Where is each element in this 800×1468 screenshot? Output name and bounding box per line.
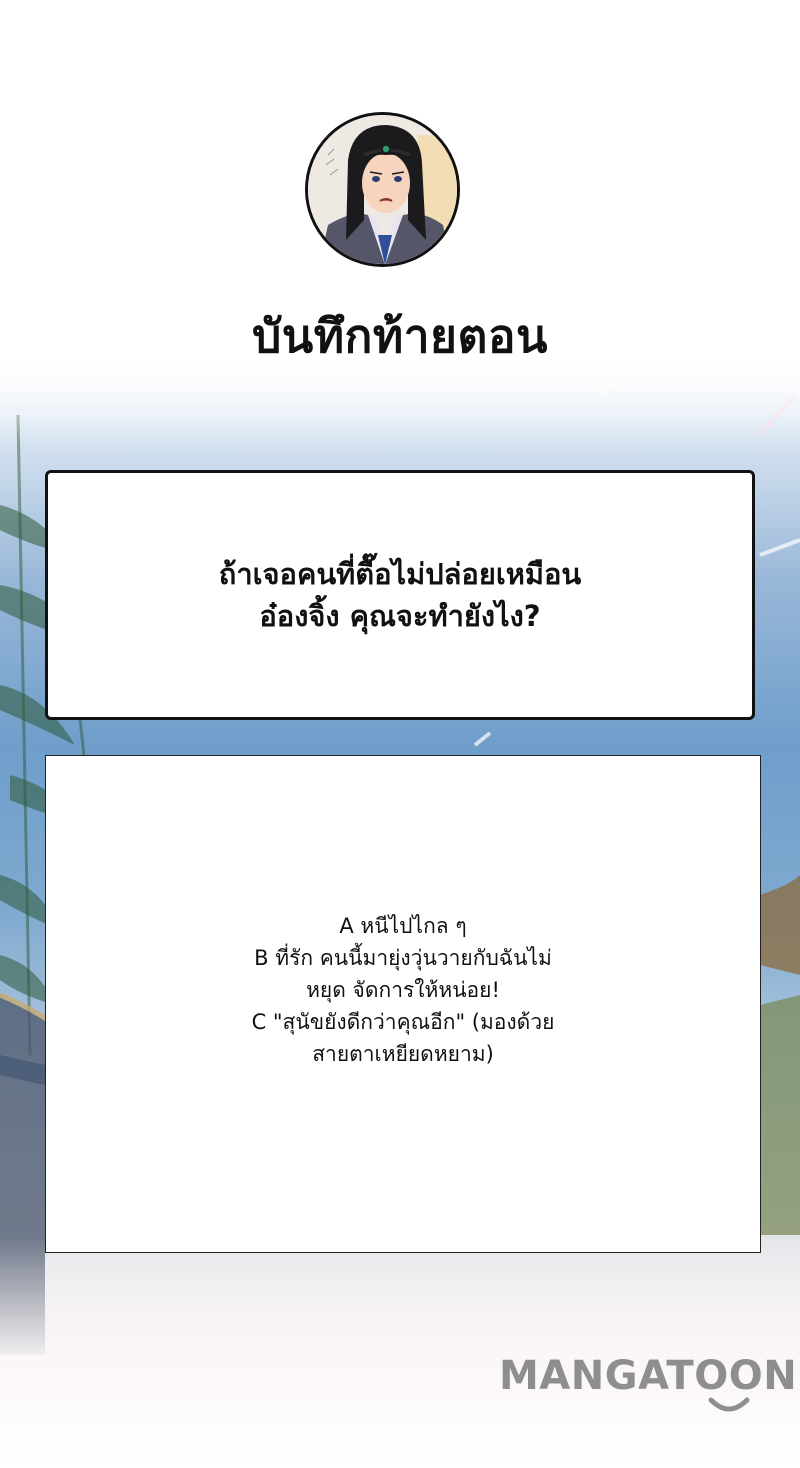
answer-line: A หนีไปไกล ๆ (339, 914, 467, 939)
answer-line: หยุด จัดการให้หน่อย! (306, 978, 500, 1003)
question-text: ถ้าเจอคนที่ตื๊อไม่ปล่อยเหมือน อ๋องจิ้ง ค… (219, 553, 581, 637)
character-avatar (305, 112, 460, 267)
brand-name: MANGATOON (499, 1353, 798, 1399)
page-title: บันทึกท้ายตอน (252, 309, 548, 363)
answer-box: A หนีไปไกล ๆ B ที่รัก คนนี้มายุ่งวุ่นวาย… (45, 755, 761, 1253)
answer-line: C "สุนัขยังดีกว่าคุณอีก" (มองด้วย (251, 1009, 555, 1034)
brand-watermark: MANGATOON (499, 1352, 799, 1422)
smile-icon (708, 1397, 750, 1412)
question-box: ถ้าเจอคนที่ตื๊อไม่ปล่อยเหมือน อ๋องจิ้ง ค… (45, 470, 755, 720)
answer-list: A หนีไปไกล ๆ B ที่รัก คนนี้มายุ่งวุ่นวาย… (193, 911, 613, 1071)
answer-line: สายตาเหยียดหยาม) (312, 1041, 494, 1066)
question-line-2: อ๋องจิ้ง คุณจะทำยังไง? (259, 599, 541, 633)
question-line-1: ถ้าเจอคนที่ตื๊อไม่ปล่อยเหมือน (218, 556, 582, 591)
answer-line: B ที่รัก คนนี้มายุ่งวุ่นวายกับฉันไม่ (254, 946, 552, 971)
character-portrait-icon (308, 115, 457, 264)
